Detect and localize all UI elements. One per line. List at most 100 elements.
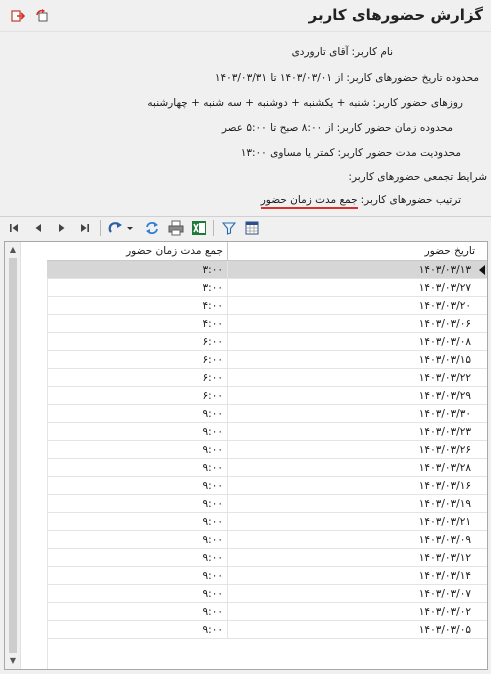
cell-date: ۱۴۰۳/۰۳/۱۴ [418,570,471,582]
cell-total: ۹:۰۰ [47,603,228,621]
table-row[interactable]: ۴:۰۰ ۱۴۰۳/۰۳/۰۶ [47,315,487,333]
cell-date: ۱۴۰۳/۰۳/۲۳ [418,426,471,438]
grid-header: جمع مدت زمان حضور تاریخ حضور [47,242,487,261]
cell-total: ۶:۰۰ [47,369,228,387]
cell-total: ۹:۰۰ [47,459,228,477]
info-user: نام کاربر:آقای تاروردی [292,46,393,58]
table-row[interactable]: ۹:۰۰ ۱۴۰۳/۰۳/۱۹ [47,495,487,513]
table-row[interactable]: ۹:۰۰ ۱۴۰۳/۰۳/۳۰ [47,405,487,423]
table-row[interactable]: ۹:۰۰ ۱۴۰۳/۰۳/۰۷ [47,585,487,603]
window-title: گزارش حضورهای کاربر [308,6,483,24]
info-time-range: محدوده زمان حضور کاربر:از ۸:۰۰ صبح تا ۵:… [222,122,453,134]
excel-icon[interactable] [191,220,207,236]
info-date-range-label: محدوده تاریخ حضورهای کاربر: [346,72,479,84]
title-bar: گزارش حضورهای کاربر [0,0,491,32]
cell-date: ۱۴۰۳/۰۳/۰۸ [418,336,471,348]
info-days: روزهای حضور کاربر:شنبه + یکشنبه + دوشنبه… [147,97,463,109]
info-days-label: روزهای حضور کاربر: [372,97,463,109]
refresh-icon[interactable] [144,220,160,236]
toolbar-separator [100,220,101,236]
cell-total: ۹:۰۰ [47,531,228,549]
cell-total: ۹:۰۰ [47,495,228,513]
cell-date: ۱۴۰۳/۰۳/۲۲ [418,372,471,384]
table-row[interactable]: ۳:۰۰ ۱۴۰۳/۰۳/۲۷ [47,279,487,297]
table-row[interactable]: ۶:۰۰ ۱۴۰۳/۰۳/۱۵ [47,351,487,369]
last-icon[interactable] [77,220,93,236]
info-days-value: شنبه + یکشنبه + دوشنبه + سه شنبه + چهارش… [147,97,370,109]
table-row[interactable]: ۶:۰۰ ۱۴۰۳/۰۳/۲۹ [47,387,487,405]
cell-date: ۱۴۰۳/۰۳/۰۷ [418,588,471,600]
cell-date: ۱۴۰۳/۰۳/۰۵ [418,624,471,636]
cell-date: ۱۴۰۳/۰۳/۲۸ [418,462,471,474]
cell-date: ۱۴۰۳/۰۳/۱۹ [418,498,471,510]
table-row[interactable]: ۹:۰۰ ۱۴۰۳/۰۳/۱۶ [47,477,487,495]
table-row[interactable]: ۹:۰۰ ۱۴۰۳/۰۳/۱۴ [47,567,487,585]
info-user-value: آقای تاروردی [291,46,349,58]
grid-toolbar [0,217,491,239]
cell-total: ۴:۰۰ [47,297,228,315]
info-time-range-value: از ۸:۰۰ صبح تا ۵:۰۰ عصر [221,122,334,134]
cell-date: ۱۴۰۳/۰۳/۰۲ [418,606,471,618]
table-row[interactable]: ۹:۰۰ ۱۴۰۳/۰۳/۲۳ [47,423,487,441]
cell-total: ۴:۰۰ [47,315,228,333]
cell-total: ۳:۰۰ [47,261,228,279]
cell-total: ۶:۰۰ [47,387,228,405]
refresh-report-icon[interactable] [35,9,49,23]
cell-date: ۱۴۰۳/۰۳/۱۶ [418,480,471,492]
table-row[interactable]: ۳:۰۰ ۱۴۰۳/۰۳/۱۳ [47,261,487,279]
row-indicator-icon [479,265,485,275]
scroll-down-icon[interactable]: ▼ [8,656,18,666]
info-duration-limit: محدودیت مدت حضور کاربر:کمتر یا مساوی ۱۳:… [241,147,461,159]
column-header-date[interactable]: تاریخ حضور [228,242,487,261]
info-sort-value: جمع مدت زمان حضور [260,194,358,209]
cell-total: ۹:۰۰ [47,585,228,603]
table-row[interactable]: ۹:۰۰ ۱۴۰۳/۰۳/۲۶ [47,441,487,459]
table-row[interactable]: ۴:۰۰ ۱۴۰۳/۰۳/۲۰ [47,297,487,315]
dropdown-icon[interactable] [125,220,135,236]
cell-total: ۹:۰۰ [47,405,228,423]
cell-date: ۱۴۰۳/۰۳/۱۵ [418,354,471,366]
cell-total: ۹:۰۰ [47,477,228,495]
info-user-label: نام کاربر: [351,46,393,58]
cell-date: ۱۴۰۳/۰۳/۲۹ [418,390,471,402]
cell-date: ۱۴۰۳/۰۳/۳۰ [418,408,471,420]
previous-icon[interactable] [30,220,46,236]
cell-total: ۹:۰۰ [47,549,228,567]
export-icon[interactable] [11,9,25,23]
info-aggregation-label: شرایط تجمعی حضورهای کاربر: [348,171,487,183]
toolbar-separator [213,220,214,236]
cell-total: ۳:۰۰ [47,279,228,297]
column-header-total[interactable]: جمع مدت زمان حضور [47,242,228,261]
table-row[interactable]: ۹:۰۰ ۱۴۰۳/۰۳/۲۸ [47,459,487,477]
scrollbar-thumb[interactable] [9,258,17,653]
cell-total: ۹:۰۰ [47,513,228,531]
cell-date: ۱۴۰۳/۰۳/۲۷ [418,282,471,294]
table-row[interactable]: ۹:۰۰ ۱۴۰۳/۰۳/۲۱ [47,513,487,531]
cell-total: ۶:۰۰ [47,351,228,369]
info-duration-limit-label: محدودیت مدت حضور کاربر: [337,147,461,159]
print-icon[interactable] [168,220,184,236]
cell-date: ۱۴۰۳/۰۳/۲۶ [418,444,471,456]
attendance-grid[interactable]: ▲ ▼ جمع مدت زمان حضور تاریخ حضور ۳:۰۰ ۱۴۰… [4,241,488,670]
first-icon[interactable] [6,220,22,236]
info-sort-label: ترتیب حضورهای کاربر: [360,194,461,206]
scroll-up-icon[interactable]: ▲ [8,245,18,255]
redo-icon[interactable] [108,220,124,236]
info-date-range-value: از ۱۴۰۳/۰۳/۰۱ تا ۱۴۰۳/۰۳/۳۱ [214,72,344,84]
cell-total: ۹:۰۰ [47,423,228,441]
grid-settings-icon[interactable] [244,220,260,236]
filter-icon[interactable] [221,220,237,236]
table-row[interactable]: ۶:۰۰ ۱۴۰۳/۰۳/۰۸ [47,333,487,351]
cell-total: ۶:۰۰ [47,333,228,351]
table-row[interactable]: ۹:۰۰ ۱۴۰۳/۰۳/۰۲ [47,603,487,621]
table-row[interactable]: ۹:۰۰ ۱۴۰۳/۰۳/۱۲ [47,549,487,567]
vertical-scrollbar[interactable]: ▲ ▼ [5,242,21,669]
cell-date: ۱۴۰۳/۰۳/۰۹ [418,534,471,546]
cell-date: ۱۴۰۳/۰۳/۰۶ [418,318,471,330]
table-row[interactable]: ۶:۰۰ ۱۴۰۳/۰۳/۲۲ [47,369,487,387]
info-date-range: محدوده تاریخ حضورهای کاربر:از ۱۴۰۳/۰۳/۰۱… [215,72,479,84]
table-row[interactable]: ۹:۰۰ ۱۴۰۳/۰۳/۰۹ [47,531,487,549]
next-icon[interactable] [54,220,70,236]
cell-date: ۱۴۰۳/۰۳/۲۰ [418,300,471,312]
table-row[interactable]: ۹:۰۰ ۱۴۰۳/۰۳/۰۵ [47,621,487,639]
